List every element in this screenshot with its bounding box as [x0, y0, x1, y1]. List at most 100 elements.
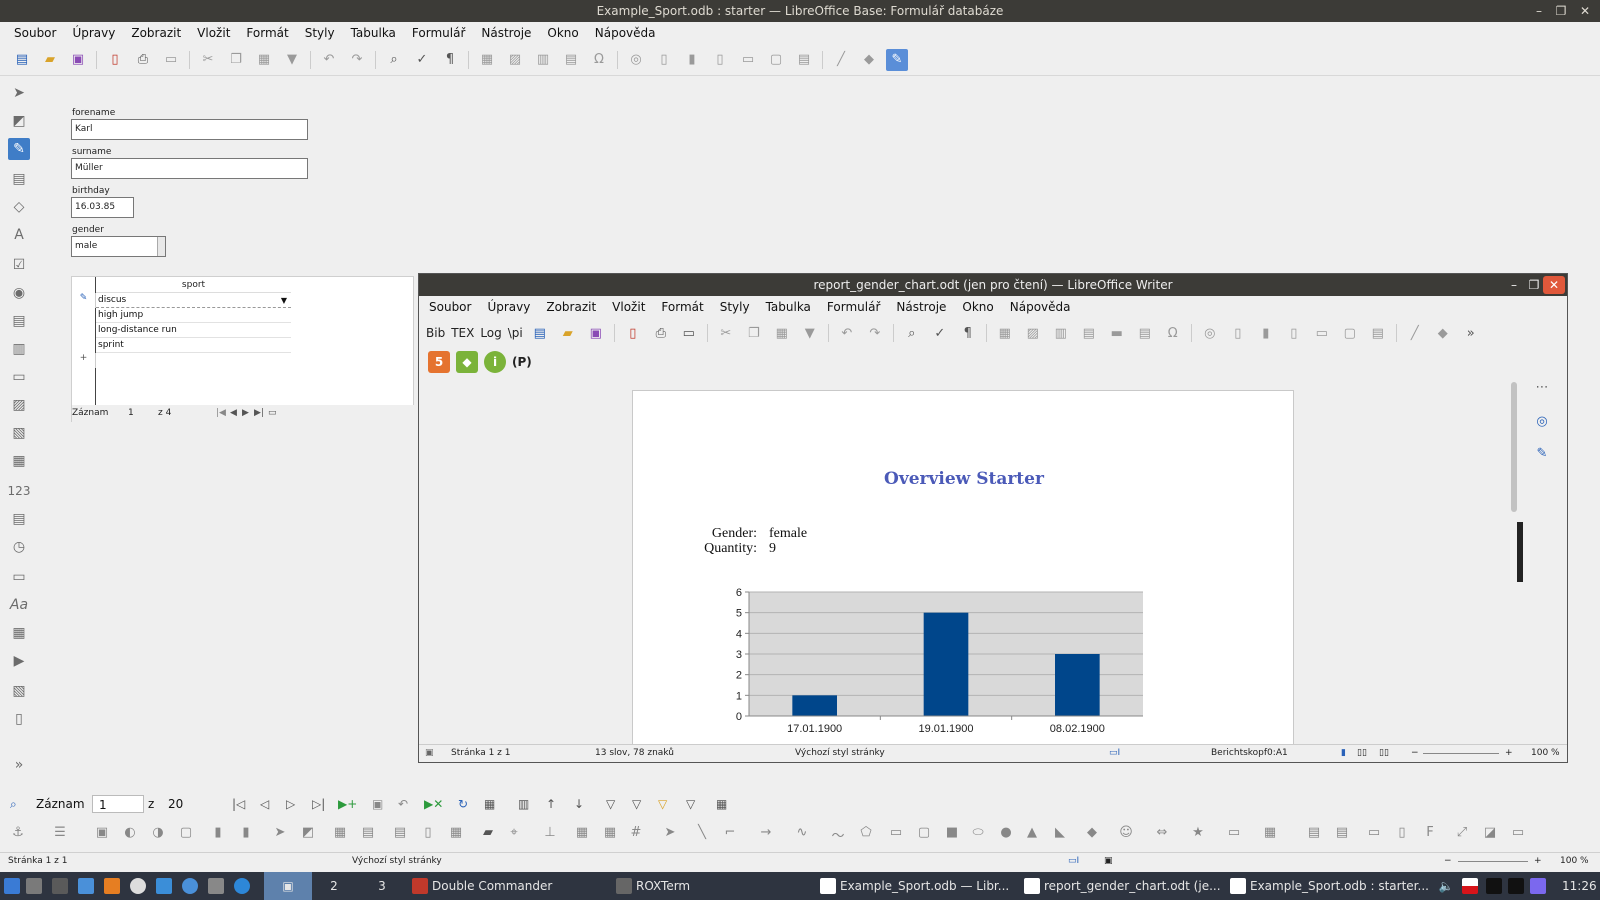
record-number-input[interactable]: 1	[92, 795, 144, 813]
anchor-icon[interactable]: ⚓	[8, 825, 28, 843]
list-box-icon[interactable]: ▤	[8, 310, 30, 332]
menu-vlozit[interactable]: Vložit	[604, 297, 653, 317]
subform-record-input[interactable]: 1	[128, 408, 134, 418]
taskbar-example-sport-1[interactable]: Example_Sport.odb — Libr...	[840, 872, 1010, 900]
zoom-slider[interactable]	[1458, 861, 1528, 862]
table-control-icon[interactable]: ▦	[8, 622, 30, 644]
export-pdf-icon[interactable]: ▯	[104, 49, 126, 71]
table-row[interactable]: discus ▼	[96, 293, 291, 308]
combo-box-icon[interactable]: ▥	[8, 338, 30, 360]
data-source-icon[interactable]: ▦	[716, 795, 727, 813]
new-document-icon[interactable]: ▤	[11, 49, 33, 71]
tools-icon[interactable]	[208, 878, 224, 894]
insert-chart-icon[interactable]: ▥	[532, 49, 554, 71]
book-view-icon[interactable]: ▯▯	[1379, 748, 1389, 758]
form-navigator-icon[interactable]: ▤	[8, 168, 30, 190]
file-manager-icon[interactable]	[156, 878, 172, 894]
insert-text-box-icon[interactable]: ▤	[1078, 322, 1100, 344]
new-record-icon[interactable]: ▭	[268, 408, 277, 418]
properties-icon[interactable]: ▤	[358, 825, 378, 843]
find-replace-icon[interactable]: ⌕	[901, 322, 923, 344]
zoom-in-icon[interactable]: +	[1505, 748, 1513, 758]
document-page[interactable]: Overview Starter Gender: female Quantity…	[632, 390, 1294, 744]
fontwork-icon[interactable]: ▤	[1304, 825, 1324, 843]
navigation-bar-icon[interactable]: ▶	[8, 650, 30, 672]
workspace-grid-icon[interactable]	[52, 878, 68, 894]
design-mode-icon[interactable]: ✎	[886, 48, 908, 71]
menu-styly[interactable]: Styly	[297, 23, 343, 43]
paste-icon[interactable]: ▦	[253, 49, 275, 71]
symbol-shapes-icon[interactable]: ☺	[1116, 825, 1136, 843]
push-button-icon[interactable]: ▭	[8, 366, 30, 388]
skype-icon[interactable]	[234, 878, 250, 894]
gender-listbox[interactable]: male	[71, 236, 166, 257]
image-control-icon[interactable]: ▧	[8, 422, 30, 444]
hyperlink-icon[interactable]: ◎	[625, 49, 647, 71]
undo-record-icon[interactable]: ↶	[398, 795, 408, 813]
single-page-view-icon[interactable]: ▮	[1341, 748, 1346, 758]
delete-record-icon[interactable]: ▶✕	[424, 795, 443, 813]
ellipse-icon[interactable]: ⬭	[968, 825, 988, 843]
endnote-icon[interactable]: ▮	[1255, 322, 1277, 344]
workspace-1-button[interactable]: ▣	[264, 872, 312, 900]
writer-close-button[interactable]: ✕	[1543, 276, 1565, 294]
firefox-icon[interactable]	[104, 878, 120, 894]
rounded-rectangle-icon[interactable]: ▢	[914, 825, 934, 843]
save-icon[interactable]: ▣	[67, 49, 89, 71]
menu-zobrazit[interactable]: Zobrazit	[123, 23, 189, 43]
undo-icon[interactable]: ↶	[836, 322, 858, 344]
curve-icon[interactable]: ∿	[792, 825, 812, 843]
points-icon[interactable]: ◩	[298, 825, 318, 843]
circle-icon[interactable]: ●	[996, 825, 1016, 843]
first-record-icon[interactable]: |◁	[232, 795, 245, 813]
save-record-icon[interactable]: ▣	[372, 795, 383, 813]
group-box-icon[interactable]: ▧	[8, 680, 30, 702]
clone-formatting-icon[interactable]: ▼	[799, 322, 821, 344]
search-icon[interactable]: ⌕	[10, 795, 17, 813]
mouse-icon[interactable]	[130, 878, 146, 894]
right-triangle-icon[interactable]: ◣	[1050, 825, 1070, 843]
sort-ascending-icon[interactable]: ↑	[546, 795, 556, 813]
undo-icon[interactable]: ↶	[318, 49, 340, 71]
square-icon[interactable]: ■	[942, 825, 962, 843]
crop-icon[interactable]: ◪	[1480, 825, 1500, 843]
html5-icon[interactable]: 5	[428, 351, 450, 373]
paste-icon[interactable]: ▦	[771, 322, 793, 344]
track-changes-icon[interactable]: ▤	[793, 49, 815, 71]
writer-maximize-button[interactable]: ❐	[1523, 274, 1545, 296]
tray-app-icon[interactable]	[1486, 878, 1502, 894]
draw-select-icon[interactable]: ➤	[660, 825, 680, 843]
new-row-icon[interactable]: +	[72, 353, 96, 368]
refresh-icon[interactable]: ↻	[458, 795, 468, 813]
epub-icon[interactable]: ◆	[456, 351, 478, 373]
zoom-slider[interactable]	[1423, 753, 1499, 754]
insert-image-icon[interactable]: ▨	[504, 49, 526, 71]
footnote-icon[interactable]: ▯	[1227, 322, 1249, 344]
menu-nastroje[interactable]: Nástroje	[473, 23, 539, 43]
zoom-out-icon[interactable]: −	[1411, 748, 1419, 758]
zoom-in-icon[interactable]: +	[1534, 856, 1542, 866]
insert-image-icon[interactable]: ▨	[1022, 322, 1044, 344]
sidebar-menu-icon[interactable]: ⋯	[1533, 380, 1551, 398]
cut-icon[interactable]: ✂	[715, 322, 737, 344]
grid-icon[interactable]: ▦	[572, 825, 592, 843]
open-folder-icon[interactable]: ▰	[557, 322, 579, 344]
taskbar-double-commander[interactable]: Double Commander	[432, 872, 602, 900]
select-icon[interactable]: ➤	[270, 825, 290, 843]
reset-filter-icon[interactable]: ▽	[686, 795, 695, 813]
label-icon[interactable]: ◇	[8, 196, 30, 218]
prev-record-icon[interactable]: ◁	[260, 795, 269, 813]
table-row[interactable]: sprint	[96, 338, 291, 353]
menu-formular[interactable]: Formulář	[404, 23, 473, 43]
clone-formatting-icon[interactable]: ▼	[281, 49, 303, 71]
taskbar-report-gender-chart[interactable]: report_gender_chart.odt (je...	[1044, 872, 1220, 900]
forename-field[interactable]: Karl	[71, 119, 308, 140]
spellcheck-icon[interactable]: ✓	[411, 49, 433, 71]
volume-icon[interactable]: 🔈	[1436, 872, 1456, 900]
autofilter-icon[interactable]: ▽	[606, 795, 615, 813]
menu-upravy[interactable]: Úpravy	[479, 297, 538, 317]
print-icon[interactable]: ⎙	[650, 322, 672, 344]
sort-icon[interactable]: ▥	[518, 795, 529, 813]
more-drawing-icon[interactable]: ▭	[1508, 825, 1528, 843]
page-break-icon[interactable]: ▬	[1106, 322, 1128, 344]
